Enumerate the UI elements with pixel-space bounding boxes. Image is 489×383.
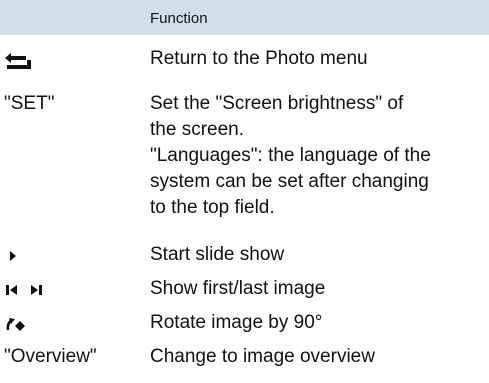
play-icon [10, 251, 16, 261]
row-function: Return to the Photo menu [150, 48, 368, 69]
last-image-icon [31, 285, 42, 295]
row-function: Start slide show [150, 244, 285, 265]
table-row-return: Return to the Photo menu [0, 46, 489, 74]
table-row-slideshow: Start slide show [0, 242, 489, 270]
row-function: Change to image overview [150, 346, 375, 367]
table-row-set: "SET" Set the "Screen brightness" of the… [0, 91, 489, 226]
table-header: Function [0, 0, 489, 35]
table-row-overview: "Overview" Change to image overview [0, 344, 489, 372]
row-function: Show first/last image [150, 278, 326, 299]
row-function: Set the "Screen brightness" of the scree… [150, 91, 486, 221]
row-control: "SET" [4, 93, 55, 114]
row-control: "Overview" [4, 346, 97, 367]
table-row-first-last: Show first/last image [0, 276, 489, 304]
function-line: system can be set after changing [150, 171, 429, 192]
function-line: Set the "Screen brightness" of [150, 93, 404, 114]
table-row-rotate: Rotate image by 90° [0, 310, 489, 338]
function-column-header: Function [150, 10, 208, 27]
return-arrow-icon [5, 53, 31, 69]
row-function: Rotate image by 90° [150, 312, 323, 333]
function-line: to the top field. [150, 197, 275, 218]
first-image-icon [6, 285, 17, 295]
function-line: the screen. [150, 119, 244, 140]
function-line: "Languages": the language of the [150, 145, 431, 166]
rotate-icon [6, 318, 25, 331]
